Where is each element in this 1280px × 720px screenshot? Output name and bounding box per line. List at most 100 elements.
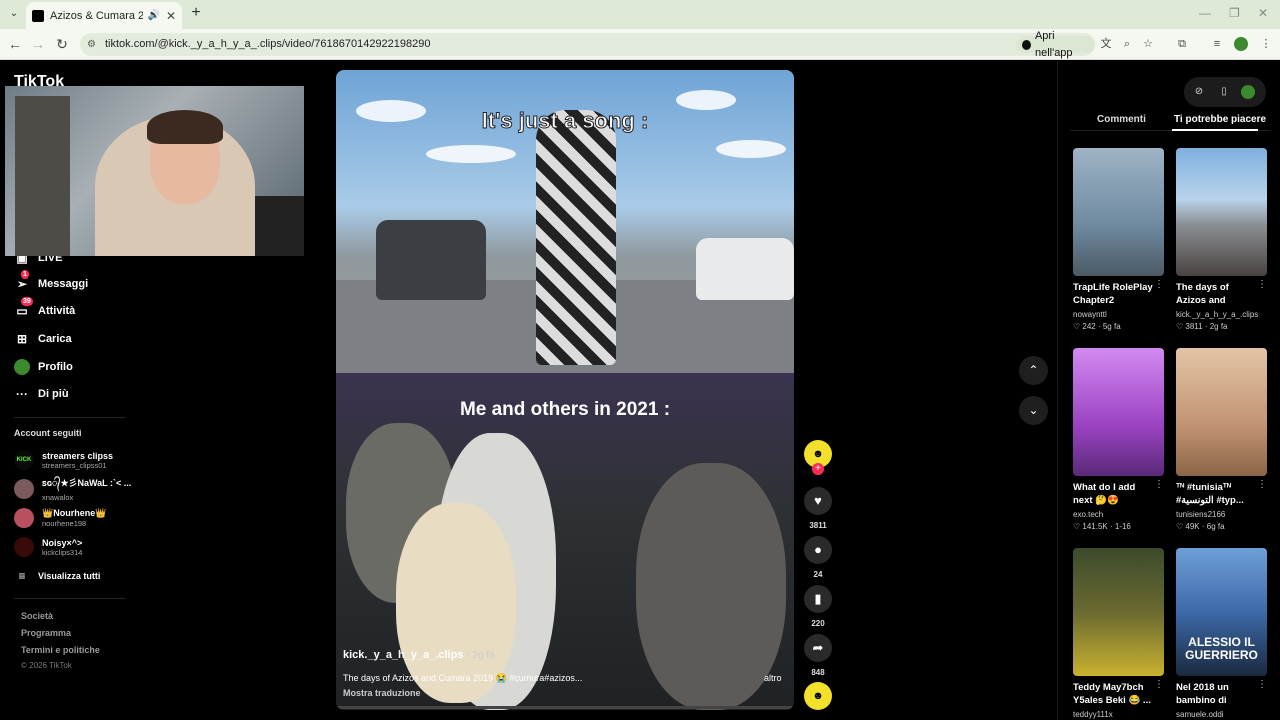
- suggested-video-card[interactable]: ᵀᴺ #tunisiaᵀᴺ #التونسية #typ... ⋮ tunisi…: [1176, 348, 1267, 531]
- upload-icon: ⊞: [16, 332, 28, 346]
- active-tab-indicator: [1172, 129, 1258, 131]
- suggested-video-card[interactable]: TrapLife RolePlay Chapter2 Season... ⋮ n…: [1073, 148, 1164, 331]
- card-menu-icon[interactable]: ⋮: [1257, 279, 1267, 290]
- phone-icon[interactable]: ▯: [1217, 85, 1231, 99]
- card-menu-icon[interactable]: ⋮: [1257, 479, 1267, 490]
- card-menu-icon[interactable]: ⋮: [1154, 479, 1164, 490]
- webcam-background: [15, 96, 70, 256]
- zoom-icon[interactable]: ⌕: [1120, 37, 1134, 51]
- footer-link-program[interactable]: Programma: [21, 628, 71, 638]
- translate-icon[interactable]: 文: [1099, 37, 1113, 51]
- menu-dots-icon[interactable]: ⋮: [1259, 37, 1273, 51]
- video-stats: ♡ 3811 · 2g fa: [1176, 322, 1228, 331]
- close-window-icon[interactable]: ✕: [1258, 6, 1268, 20]
- browser-toolbar: ← → ↻ ⚙ tiktok.com/@kick._y_a_h_y_a_.cli…: [0, 29, 1280, 60]
- more-button[interactable]: altro: [764, 673, 782, 683]
- suggested-video-card[interactable]: Teddy May7bch Y5ales Beki 😂 ... ⋮ teddyy…: [1073, 548, 1164, 719]
- video-author[interactable]: kick._y_a_h_y_a_.clips · 2g fa: [343, 649, 495, 661]
- back-icon[interactable]: ←: [7, 36, 23, 52]
- divider: [14, 598, 126, 599]
- account-name: streamers clipss: [42, 450, 114, 461]
- man-on-scooter: [536, 110, 616, 365]
- bookmark-icon: ▮: [804, 585, 832, 613]
- browser-tab-strip: ⌄ Azizos & Cumara 2019: A N 🔊 ✕ + — ❐ ✕: [0, 0, 1280, 29]
- list-icon: ≡: [18, 569, 26, 583]
- video-player[interactable]: It's just a song : Me and others in 2021…: [336, 70, 794, 710]
- new-tab-button[interactable]: +: [188, 5, 204, 21]
- video-title: TrapLife RolePlay Chapter2 Season...: [1073, 282, 1153, 306]
- car-dark: [376, 220, 486, 300]
- tab-search-icon[interactable]: ⌄: [6, 6, 22, 22]
- suggested-video-card[interactable]: The days of Azizos and Cumara 201... ⋮ k…: [1176, 148, 1267, 331]
- sidebar-item-profile[interactable]: Profilo: [14, 357, 73, 377]
- comment-button[interactable]: ● 24: [803, 536, 833, 579]
- video-author: kick._y_a_h_y_a_.clips: [1176, 310, 1259, 319]
- author-name[interactable]: kick._y_a_h_y_a_.clips: [343, 649, 463, 661]
- video-title: Nel 2018 un bambino di dodic...: [1176, 682, 1229, 706]
- reload-icon[interactable]: ↻: [54, 36, 70, 52]
- sidebar-item-more[interactable]: ··· Di più: [14, 384, 69, 404]
- footer-link-company[interactable]: Società: [21, 611, 53, 621]
- suggested-video-card[interactable]: ALESSIO IL GUERRIERO Nel 2018 un bambino…: [1176, 548, 1267, 719]
- profile-avatar-icon[interactable]: [1234, 37, 1248, 51]
- tiktok-icon: [1022, 39, 1031, 50]
- card-menu-icon[interactable]: ⋮: [1154, 279, 1164, 290]
- account-handle: kickclips314: [42, 547, 83, 557]
- copyright: © 2026 TikTok: [21, 661, 72, 670]
- video-description: The days of Azizos and Cumara 2019 😭 #cu…: [343, 673, 583, 683]
- video-author: tunisiens2166: [1176, 510, 1226, 519]
- comment-count: 24: [813, 570, 823, 579]
- webcam-overlay: [5, 86, 304, 256]
- bookmark-star-icon[interactable]: ☆: [1141, 37, 1155, 51]
- address-bar[interactable]: ⚙ tiktok.com/@kick._y_a_h_y_a_.clips/vid…: [80, 30, 1095, 59]
- card-menu-icon[interactable]: ⋮: [1257, 679, 1267, 690]
- extensions-icon[interactable]: ⧉: [1175, 37, 1189, 51]
- forward-icon[interactable]: →: [30, 36, 46, 52]
- like-button[interactable]: ♥ 3811: [803, 487, 833, 530]
- site-info-icon[interactable]: ⚙: [87, 38, 100, 51]
- cloud: [676, 90, 736, 110]
- video-author: nowaynttl: [1073, 310, 1107, 319]
- sidebar-item-activity[interactable]: ▭ 39 Attività: [14, 297, 75, 321]
- compass-icon[interactable]: ⊘: [1192, 85, 1206, 99]
- follow-plus-icon[interactable]: +: [812, 463, 824, 475]
- following-account[interactable]: KICK streamers clipss streamers_clipss01: [14, 447, 113, 473]
- sidebar-item-label: Di più: [38, 388, 69, 400]
- webcam-person-hair: [147, 110, 223, 144]
- following-account[interactable]: 👑Nourhene👑 nourhene198: [14, 505, 106, 531]
- minimize-icon[interactable]: —: [1199, 6, 1211, 20]
- card-menu-icon[interactable]: ⋮: [1154, 679, 1164, 690]
- sidebar-item-messages[interactable]: ➢ 1 Messaggi: [14, 270, 88, 294]
- share-icon: ➦: [804, 634, 832, 662]
- following-account[interactable]: Noisy×^> kickclips314: [14, 534, 82, 560]
- tab-comments[interactable]: Commenti: [1097, 114, 1146, 125]
- next-video-button[interactable]: ⌄: [1019, 396, 1048, 425]
- browser-tab[interactable]: Azizos & Cumara 2019: A N 🔊 ✕: [26, 2, 182, 29]
- save-button[interactable]: ▮ 220: [803, 585, 833, 628]
- suggested-video-card[interactable]: What do I add next 🤔😍 Comment... ⋮ exo.t…: [1073, 348, 1164, 531]
- account-handle: nourhene198: [42, 519, 87, 528]
- speaker-icon[interactable]: 🔊: [147, 10, 159, 21]
- view-all-following[interactable]: ≡ Visualizza tutti: [14, 566, 100, 586]
- video-age: · 2g fa: [463, 650, 495, 661]
- share-button[interactable]: ➦ 848: [803, 634, 833, 677]
- following-account[interactable]: ꜱɢ᭄★彡NaWaL :`< ... xnawalox: [14, 476, 131, 502]
- messages-badge: 1: [21, 270, 29, 279]
- sidebar-item-label: Profilo: [38, 361, 73, 373]
- maximize-icon[interactable]: ❐: [1229, 6, 1240, 20]
- video-stats: ♡ 49K · 6g fa: [1176, 522, 1225, 531]
- previous-video-button[interactable]: ⌃: [1019, 356, 1048, 385]
- open-in-app-button[interactable]: Apri nell'app: [1016, 30, 1095, 59]
- sidebar-item-label: Carica: [38, 333, 72, 345]
- profile-avatar-icon[interactable]: [1241, 85, 1255, 99]
- sidebar-item-upload[interactable]: ⊞ Carica: [14, 329, 72, 349]
- video-stats: ♡ 242 · 5g fa: [1073, 322, 1121, 331]
- media-controls-icon[interactable]: ≡: [1210, 37, 1224, 51]
- following-title: Account seguiti: [14, 428, 82, 438]
- tab-suggested[interactable]: Ti potrebbe piacere: [1174, 114, 1266, 125]
- progress-bar[interactable]: [336, 706, 794, 709]
- like-count: 3811: [809, 521, 827, 530]
- translate-link[interactable]: Mostra traduzione: [343, 688, 421, 698]
- footer-link-terms[interactable]: Termini e politiche: [21, 645, 100, 655]
- close-tab-icon[interactable]: ✕: [166, 9, 176, 23]
